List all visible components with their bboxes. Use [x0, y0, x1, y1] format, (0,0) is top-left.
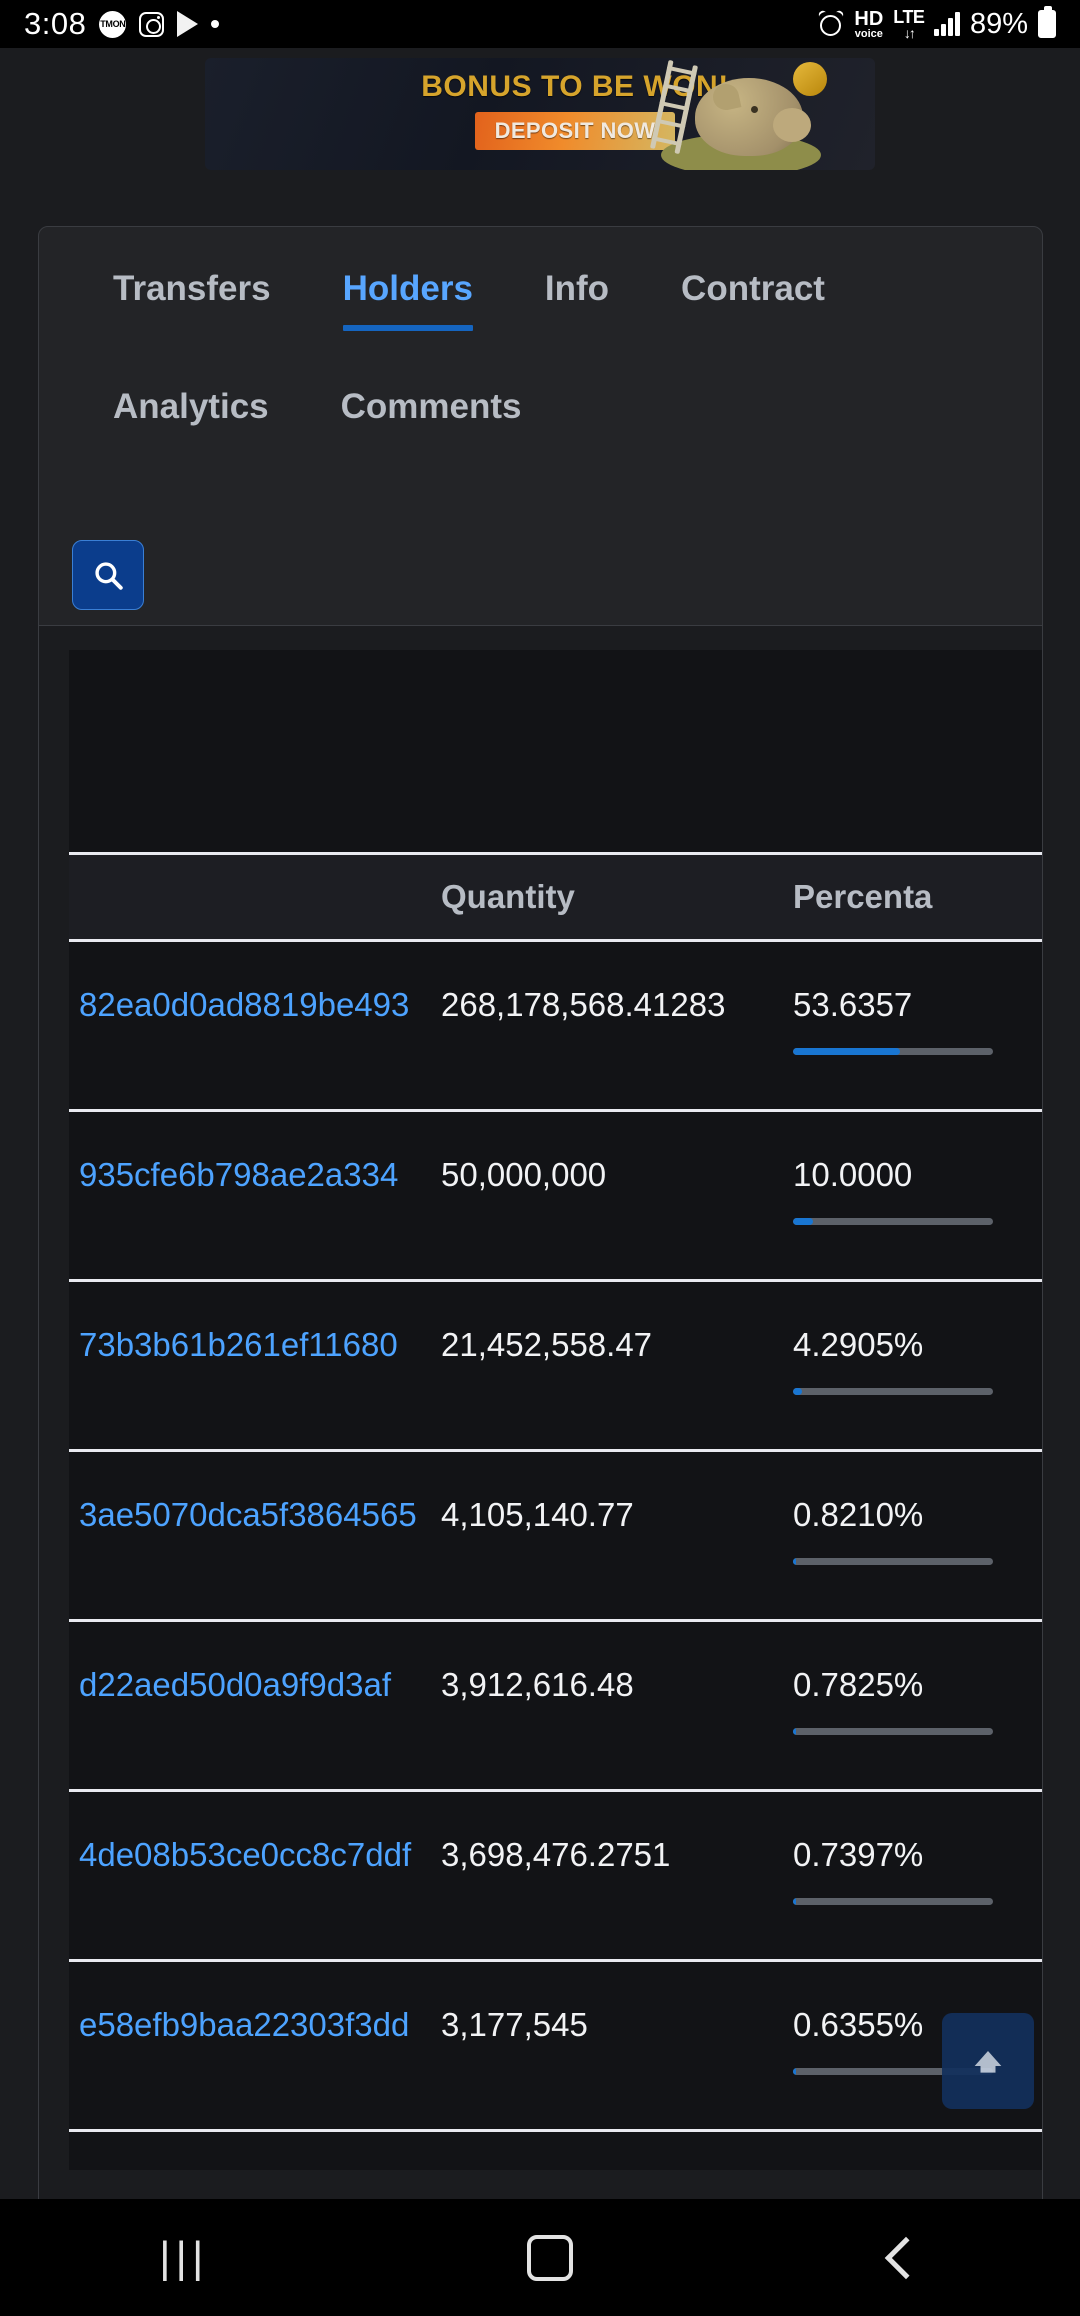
holder-percentage-bar: [793, 1898, 993, 1905]
nav-recents-button[interactable]: |||: [159, 2233, 208, 2283]
lte-icon: LTE ↓↑: [893, 7, 925, 41]
table-row[interactable]: e58efb9baa22303f3dd 3,177,545 0.6355%: [69, 1962, 1042, 2132]
search-icon: [95, 562, 123, 590]
hd-label: HD: [854, 7, 884, 30]
holder-percentage-bar-fill: [793, 1558, 796, 1565]
back-chevron-icon: [884, 2236, 928, 2279]
arrow-up-icon: [974, 2051, 1002, 2073]
tab-contract[interactable]: Contract: [645, 269, 861, 331]
tmon-icon: TMON: [99, 10, 127, 38]
holder-percentage-cell: 53.6357: [793, 986, 1042, 1055]
battery-percent-label: 89%: [969, 7, 1028, 40]
app-content: BONUS TO BE WON! DEPOSIT NOW Transfers H…: [0, 48, 1080, 2199]
holder-quantity: 3,177,545: [441, 2006, 588, 2043]
scroll-to-top-button[interactable]: [942, 2013, 1034, 2109]
nav-home-button[interactable]: [526, 2234, 573, 2281]
piggy-bank-icon: [643, 58, 833, 170]
holder-address-link[interactable]: 4de08b53ce0cc8c7ddf: [69, 1836, 441, 1874]
holder-percentage-value: 53.6357: [793, 986, 913, 1023]
holder-quantity: 3,698,476.2751: [441, 1836, 671, 1873]
holder-percentage-value: 0.8210%: [793, 1496, 924, 1533]
ad-banner[interactable]: BONUS TO BE WON! DEPOSIT NOW: [205, 58, 875, 170]
home-square-icon: [526, 2234, 573, 2281]
holder-percentage-bar-fill: [793, 1898, 796, 1905]
column-header-percentage[interactable]: Percenta: [793, 878, 1042, 916]
status-bar: 3:08 TMON HD voice LTE ↓↑ 89%: [0, 0, 1080, 48]
column-header-quantity[interactable]: Quantity: [441, 878, 793, 916]
holder-percentage-value: 0.7397%: [793, 1836, 924, 1873]
holder-percentage-bar: [793, 1388, 993, 1395]
status-clock: 3:08: [24, 6, 87, 41]
tab-transfers[interactable]: Transfers: [77, 269, 307, 331]
holder-percentage-bar-fill: [793, 1218, 813, 1225]
holder-quantity: 50,000,000: [441, 1156, 607, 1193]
table-body: 82ea0d0ad8819be493 268,178,568.41283 53.63…: [69, 942, 1042, 2170]
holder-percentage-cell: 4.2905%: [793, 1326, 1042, 1395]
android-nav-bar: |||: [0, 2199, 1080, 2316]
nav-recents-icon: |||: [159, 2232, 209, 2282]
tab-row-primary: Transfers Holders Info Contract: [39, 269, 1042, 331]
holder-quantity: 3,912,616.48: [441, 1666, 634, 1703]
table-row[interactable]: 4de08b53ce0cc8c7ddf 3,698,476.2751 0.7397%: [69, 1792, 1042, 1962]
holder-percentage-value: 0.7825%: [793, 1666, 924, 1703]
tab-holders[interactable]: Holders: [307, 269, 509, 331]
holder-address-link[interactable]: 73b3b61b261ef11680: [69, 1326, 441, 1364]
notification-dot-icon: [211, 20, 220, 28]
tab-analytics[interactable]: Analytics: [77, 387, 305, 449]
table-header-row: Quantity Percenta: [69, 852, 1042, 942]
holder-percentage-cell: 10.0000: [793, 1156, 1042, 1225]
holder-quantity: 268,178,568.41283: [441, 986, 726, 1023]
holder-address-link[interactable]: 82ea0d0ad8819be493: [69, 986, 441, 1024]
holder-quantity: 21,452,558.47: [441, 1326, 653, 1363]
instagram-icon: [139, 11, 165, 37]
holder-percentage-bar: [793, 1728, 993, 1735]
table-top-blank-area: [69, 650, 1042, 852]
table-row[interactable]: 73b3b61b261ef11680 21,452,558.47 4.2905%: [69, 1282, 1042, 1452]
tmon-icon-label: TMON: [99, 10, 127, 38]
alarm-icon: [817, 9, 846, 37]
table-row[interactable]: 5b5a58e20ae7c36aa763,121,914.620.6244%: [69, 2132, 1042, 2170]
holders-table-panel: Quantity Percenta 82ea0d0ad8819be493 268,…: [38, 626, 1043, 2199]
holder-percentage-bar-fill: [793, 2068, 796, 2075]
holder-percentage-bar: [793, 1218, 993, 1225]
table-row[interactable]: 82ea0d0ad8819be493 268,178,568.41283 53.63…: [69, 942, 1042, 1112]
holder-address-link[interactable]: e58efb9baa22303f3dd: [69, 2006, 441, 2044]
holder-percentage-cell: 0.7397%: [793, 1836, 1042, 1905]
data-arrows-icon: ↓↑: [903, 25, 916, 41]
holder-percentage-bar: [793, 1048, 993, 1055]
holders-table[interactable]: Quantity Percenta 82ea0d0ad8819be493 268,…: [69, 650, 1042, 2170]
holder-percentage-value: 4.2905%: [793, 1326, 924, 1363]
holder-percentage-bar-fill: [793, 1388, 802, 1395]
hd-voice-icon: HD voice: [854, 9, 883, 40]
status-bar-right: HD voice LTE ↓↑ 89%: [817, 6, 1056, 41]
tab-info[interactable]: Info: [509, 269, 645, 331]
holder-percentage-cell: 0.7825%: [793, 1666, 1042, 1735]
table-row[interactable]: 935cfe6b798ae2a334 50,000,000 10.0000: [69, 1112, 1042, 1282]
holder-quantity: 4,105,140.77: [441, 1496, 634, 1533]
holder-address-link[interactable]: 3ae5070dca5f3864565: [69, 1496, 441, 1534]
holder-percentage-value: 10.0000: [793, 1156, 913, 1193]
tab-comments[interactable]: Comments: [305, 387, 558, 449]
nav-back-button[interactable]: [884, 2236, 928, 2279]
tab-row-secondary: Analytics Comments: [39, 387, 1042, 449]
holder-percentage-bar-fill: [793, 1728, 796, 1735]
search-button[interactable]: [72, 540, 144, 610]
voice-label: voice: [854, 27, 883, 40]
signal-strength-icon: [934, 12, 960, 36]
holder-percentage-bar-fill: [793, 1048, 901, 1055]
holder-percentage-bar: [793, 1558, 993, 1565]
holder-address-link[interactable]: 935cfe6b798ae2a334: [69, 1156, 441, 1194]
tab-card: Transfers Holders Info Contract Analytic…: [38, 226, 1043, 626]
status-bar-left: 3:08 TMON: [24, 6, 220, 42]
play-store-icon: [177, 11, 199, 37]
table-row[interactable]: d22aed50d0a9f9d3af 3,912,616.48 0.7825%: [69, 1622, 1042, 1792]
holder-address-link[interactable]: d22aed50d0a9f9d3af: [69, 1666, 441, 1704]
battery-icon: [1038, 6, 1056, 38]
table-row[interactable]: 3ae5070dca5f3864565 4,105,140.77 0.8210%: [69, 1452, 1042, 1622]
holder-percentage-cell: 0.8210%: [793, 1496, 1042, 1565]
lte-label: LTE: [893, 7, 925, 27]
